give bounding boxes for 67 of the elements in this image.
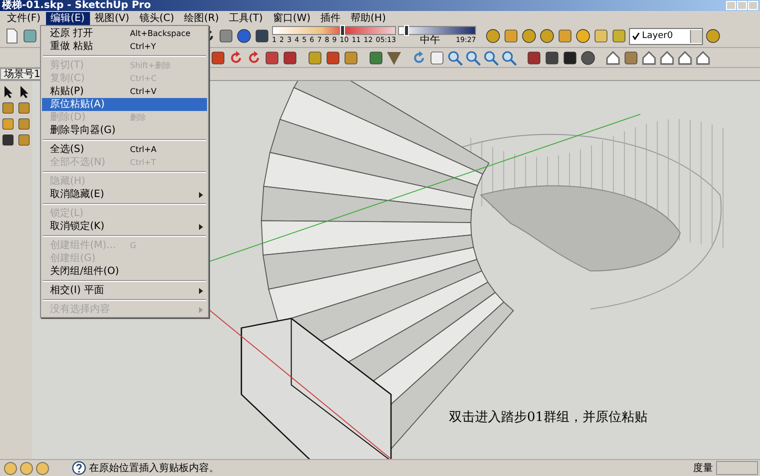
menu-item-label: 重做 粘贴 bbox=[50, 40, 94, 53]
circle-icon[interactable] bbox=[36, 462, 49, 474]
measurement-field[interactable] bbox=[716, 461, 758, 475]
noon-label: 中午 bbox=[420, 35, 440, 46]
house-icon[interactable] bbox=[677, 50, 693, 66]
menu-item-label: 全选(S) bbox=[50, 143, 86, 156]
layer-name: Layer0 bbox=[642, 31, 674, 41]
info-icon[interactable] bbox=[236, 28, 252, 44]
search-icon[interactable] bbox=[465, 50, 481, 66]
menu-bar-item[interactable]: 编辑(E) bbox=[46, 12, 90, 24]
house-icon[interactable] bbox=[695, 50, 711, 66]
submenu-arrow-icon bbox=[199, 224, 203, 230]
house-icon[interactable] bbox=[659, 50, 675, 66]
menu-bar-item[interactable]: 绘图(R) bbox=[179, 12, 224, 24]
circle-icon[interactable] bbox=[20, 462, 33, 474]
house-icon[interactable] bbox=[641, 50, 657, 66]
measurement-label: 度量 bbox=[693, 462, 713, 475]
menu-item[interactable]: 取消锁定(K) bbox=[42, 220, 207, 233]
menu-bar-item[interactable]: 视图(V) bbox=[90, 12, 134, 24]
shortcut-text: Ctrl+A bbox=[130, 144, 158, 156]
document-icon[interactable] bbox=[4, 28, 20, 44]
status-message: 在原始位置插入剪贴板内容。 bbox=[89, 462, 220, 475]
layer-dropdown[interactable]: Layer0 bbox=[629, 28, 703, 44]
rotate-icon[interactable] bbox=[228, 50, 244, 66]
shortcut-text: Alt+Backspace bbox=[130, 28, 192, 40]
menu-bar-item[interactable]: 文件(F) bbox=[2, 12, 46, 24]
menu-item[interactable]: 取消隐藏(E) bbox=[42, 188, 207, 201]
menu-bar-item[interactable]: 帮助(H) bbox=[346, 12, 391, 24]
submenu-arrow-icon bbox=[199, 288, 203, 294]
search-icon[interactable] bbox=[483, 50, 499, 66]
circle-icon[interactable] bbox=[4, 462, 17, 474]
menu-bar-item[interactable]: 插件 bbox=[316, 12, 346, 24]
menu-item[interactable]: 全选(S) Ctrl+A bbox=[42, 143, 207, 156]
menu-item-label: 相交(I) 平面 bbox=[50, 284, 105, 297]
menu-item-label: 粘贴(P) bbox=[50, 85, 85, 98]
menu-item-label: 还原 打开 bbox=[50, 27, 94, 40]
house-icon[interactable] bbox=[605, 50, 621, 66]
menu-item-label: 取消隐藏(E) bbox=[50, 188, 106, 201]
submenu-arrow-icon bbox=[199, 306, 203, 312]
menu-item[interactable]: 重做 粘贴 Ctrl+Y bbox=[42, 40, 207, 53]
menu-item-label: 删除导向器(G) bbox=[50, 124, 117, 137]
menu-item-label: 取消锁定(K) bbox=[50, 220, 106, 233]
menu-item[interactable]: 还原 打开 Alt+Backspace bbox=[42, 27, 207, 40]
search-icon[interactable] bbox=[501, 50, 517, 66]
round-badge-icon[interactable] bbox=[485, 28, 501, 44]
menu-item-label: 原位粘贴(A) bbox=[50, 98, 106, 111]
slider-thumb[interactable] bbox=[340, 25, 346, 36]
shortcut-text: Ctrl+V bbox=[130, 86, 158, 98]
menu-item-label: 关闭组/组件(O) bbox=[50, 265, 120, 278]
menu-bar-item[interactable]: 工具(T) bbox=[224, 12, 268, 24]
rotate-icon[interactable] bbox=[246, 50, 262, 66]
help-icon[interactable] bbox=[72, 461, 86, 475]
round-badge-icon[interactable] bbox=[539, 28, 555, 44]
slider-thumb[interactable] bbox=[404, 25, 409, 36]
submenu-arrow-icon bbox=[199, 192, 203, 198]
menu-item[interactable]: 粘贴(P) Ctrl+V bbox=[42, 85, 207, 98]
menu-item[interactable]: 删除导向器(G) bbox=[42, 124, 207, 137]
menu-bar-item[interactable]: 镜头(C) bbox=[134, 12, 180, 24]
menu-item[interactable]: 关闭组/组件(O) bbox=[42, 265, 207, 278]
round-badge-icon[interactable] bbox=[521, 28, 537, 44]
menu-bar-item[interactable]: 窗口(W) bbox=[268, 12, 316, 24]
caption-text: 双击进入踏步01群组，并原位粘贴 bbox=[449, 409, 648, 426]
round-badge-icon[interactable] bbox=[705, 28, 721, 44]
search-icon[interactable] bbox=[447, 50, 463, 66]
menu-item[interactable]: 原位粘贴(A) bbox=[42, 98, 207, 111]
menu-item[interactable]: 相交(I) 平面 bbox=[42, 284, 207, 297]
shortcut-text: Ctrl+Y bbox=[130, 41, 157, 53]
